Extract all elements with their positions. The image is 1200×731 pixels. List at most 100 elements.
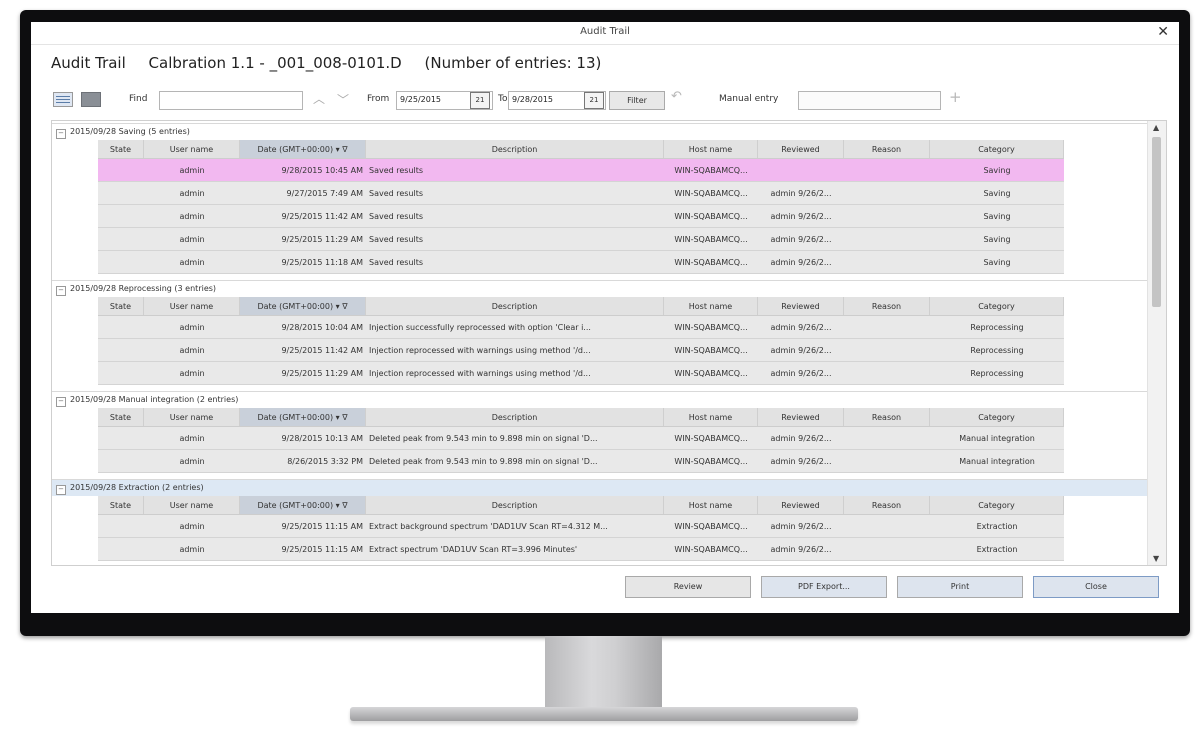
table-row[interactable]: admin 9/27/2015 7:49 AM Saved results WIN-S…	[98, 182, 1064, 205]
page-title-entries: (Number of entries: 13)	[424, 54, 602, 72]
scroll-up-icon[interactable]: ▲	[1153, 123, 1159, 132]
cell-host: WIN-SQABAMCQ...	[674, 433, 748, 443]
column-header-description[interactable]: Description	[366, 408, 664, 426]
column-header-reason[interactable]: Reason	[844, 140, 930, 158]
column-header-category[interactable]: Category	[930, 408, 1064, 426]
column-header-date[interactable]: Date (GMT+00:00) ▾ ∇	[240, 408, 366, 426]
column-header-date[interactable]: Date (GMT+00:00) ▾ ∇	[240, 496, 366, 514]
table-row[interactable]: admin 9/25/2015 11:29 AM Injection reproce…	[98, 362, 1064, 385]
column-header-state[interactable]: State	[98, 297, 144, 315]
cell-host: WIN-SQABAMCQ...	[674, 211, 748, 221]
column-header-reviewed[interactable]: Reviewed	[758, 297, 844, 315]
close-icon[interactable]: ✕	[1157, 24, 1169, 40]
audit-list[interactable]: −2015/09/28 Saving (5 entries) State User …	[51, 120, 1167, 566]
column-header-category[interactable]: Category	[930, 297, 1064, 315]
group-title: 2015/09/28 Saving (5 entries)	[70, 127, 190, 136]
column-header-state[interactable]: State	[98, 408, 144, 426]
group-header[interactable]: −2015/09/28 Manual integration (2 entrie…	[52, 391, 1147, 408]
table-row[interactable]: admin 9/25/2015 11:42 AM Saved results WIN-…	[98, 205, 1064, 228]
cell-state	[98, 316, 144, 338]
column-header-host[interactable]: Host name	[664, 496, 758, 514]
column-header-host[interactable]: Host name	[664, 140, 758, 158]
list-view-icon[interactable]	[81, 92, 101, 107]
group-header[interactable]: −2015/09/28 Reprocessing (3 entries)	[52, 280, 1147, 297]
cell-category: Reprocessing	[970, 322, 1024, 332]
group-header[interactable]: −2015/09/28 Saving (5 entries)	[52, 123, 1147, 140]
manual-entry-input[interactable]	[798, 91, 941, 110]
table-row[interactable]: admin 9/25/2015 11:42 AM Injection reproce…	[98, 339, 1064, 362]
column-header-date[interactable]: Date (GMT+00:00) ▾ ∇	[240, 297, 366, 315]
column-header-state[interactable]: State	[98, 140, 144, 158]
grid-view-icon[interactable]	[53, 92, 73, 107]
chevron-up-icon[interactable]: ︿	[313, 90, 325, 107]
table-row[interactable]: admin 9/28/2015 10:04 AM Injection success…	[98, 316, 1064, 339]
column-header-user[interactable]: User name	[144, 140, 240, 158]
table-row[interactable]: admin 9/25/2015 11:15 AM Extract spectrum …	[98, 538, 1064, 561]
column-header-user[interactable]: User name	[144, 496, 240, 514]
column-header-reviewed[interactable]: Reviewed	[758, 140, 844, 158]
cell-category: Saving	[983, 211, 1011, 221]
review-button[interactable]: Review	[625, 576, 751, 598]
cell-user: admin	[179, 257, 205, 267]
vertical-scrollbar[interactable]: ▲ ▼	[1147, 121, 1166, 565]
column-header-state[interactable]: State	[98, 496, 144, 514]
column-header-reviewed[interactable]: Reviewed	[758, 496, 844, 514]
print-button[interactable]: Print	[897, 576, 1023, 598]
page-title: Audit Trail Calbration 1.1 - _001_008-01…	[51, 54, 619, 72]
collapse-icon[interactable]: −	[56, 397, 66, 407]
table-row[interactable]: admin 9/25/2015 11:29 AM Saved results WIN-…	[98, 228, 1064, 251]
column-header-reason[interactable]: Reason	[844, 297, 930, 315]
find-input[interactable]	[159, 91, 303, 110]
monitor-stand-neck	[545, 636, 662, 710]
scroll-thumb[interactable]	[1152, 137, 1161, 307]
column-header-host[interactable]: Host name	[664, 297, 758, 315]
column-header-description[interactable]: Description	[366, 297, 664, 315]
table-row[interactable]: admin 9/28/2015 10:45 AM Saved results WIN-…	[98, 159, 1064, 182]
cell-reason	[844, 427, 930, 449]
pdf-export-button[interactable]: PDF Export...	[761, 576, 887, 598]
cell-host: WIN-SQABAMCQ...	[674, 188, 748, 198]
calendar-icon[interactable]: 21	[470, 92, 490, 109]
cell-date: 9/27/2015 7:49 AM	[286, 188, 363, 198]
cell-reason	[844, 159, 930, 181]
column-header-category[interactable]: Category	[930, 140, 1064, 158]
column-header-reviewed[interactable]: Reviewed	[758, 408, 844, 426]
collapse-icon[interactable]: −	[56, 129, 66, 139]
cell-reviewed: admin 9/26/2...	[770, 368, 832, 378]
column-header-description[interactable]: Description	[366, 496, 664, 514]
column-header-description[interactable]: Description	[366, 140, 664, 158]
column-header-user[interactable]: User name	[144, 408, 240, 426]
table-row[interactable]: admin 9/28/2015 10:13 AM Deleted peak from…	[98, 427, 1064, 450]
filter-button[interactable]: Filter	[609, 91, 665, 110]
column-header-user[interactable]: User name	[144, 297, 240, 315]
collapse-icon[interactable]: −	[56, 286, 66, 296]
undo-icon[interactable]: ↶	[671, 89, 682, 104]
column-header-reason[interactable]: Reason	[844, 408, 930, 426]
scroll-down-icon[interactable]: ▼	[1153, 554, 1159, 563]
cell-host: WIN-SQABAMCQ...	[674, 368, 748, 378]
table-row[interactable]: admin 9/25/2015 11:15 AM Extract backgroun…	[98, 515, 1064, 538]
table-row[interactable]: admin 9/25/2015 11:18 AM Saved results WIN-…	[98, 251, 1064, 274]
cell-state	[98, 228, 144, 250]
cell-description: Extract background spectrum 'DAD1UV Scan…	[369, 521, 608, 531]
column-header-date[interactable]: Date (GMT+00:00) ▾ ∇	[240, 140, 366, 158]
column-header-host[interactable]: Host name	[664, 408, 758, 426]
column-header-reason[interactable]: Reason	[844, 496, 930, 514]
cell-reviewed	[758, 159, 844, 181]
add-entry-icon[interactable]: +	[949, 88, 962, 106]
table-row[interactable]: admin 8/26/2015 3:32 PM Deleted peak from …	[98, 450, 1064, 473]
close-button[interactable]: Close	[1033, 576, 1159, 598]
cell-state	[98, 159, 144, 181]
group-header[interactable]: −2015/09/28 Extraction (2 entries)	[52, 479, 1147, 496]
column-header-category[interactable]: Category	[930, 496, 1064, 514]
collapse-icon[interactable]: −	[56, 485, 66, 495]
audit-trail-window: Audit Trail ✕ Audit Trail Calbration 1.1…	[31, 22, 1179, 613]
monitor-stand-base	[350, 707, 858, 721]
calendar-icon[interactable]: 21	[584, 92, 604, 109]
chevron-down-icon[interactable]: ﹀	[337, 91, 349, 108]
cell-reason	[844, 450, 930, 472]
manual-entry-label: Manual entry	[719, 94, 779, 104]
cell-user: admin	[179, 188, 205, 198]
cell-reviewed: admin 9/26/2...	[770, 345, 832, 355]
cell-category: Extraction	[976, 521, 1018, 531]
